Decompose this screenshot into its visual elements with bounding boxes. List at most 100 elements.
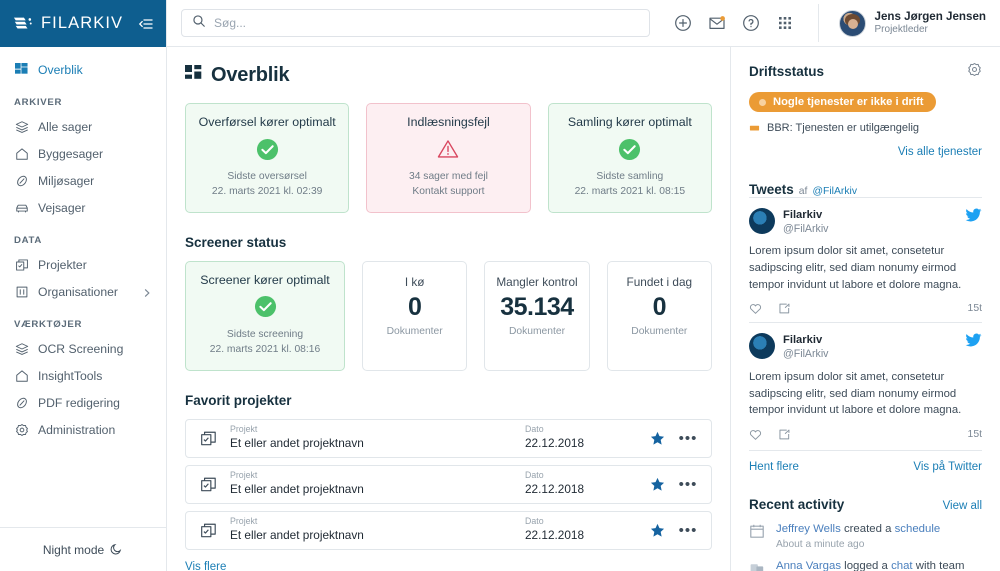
apps-grid-icon[interactable] (776, 14, 794, 32)
profile-name: Jens Jørgen Jensen (874, 9, 986, 23)
tweet-actions: 15t (749, 302, 982, 315)
table-row[interactable]: Projekt Et eller andet projektnavn Dato … (185, 464, 712, 504)
check-circle-icon (557, 137, 703, 161)
home-icon (14, 146, 29, 161)
search-box[interactable] (181, 9, 650, 37)
status-card-indlaesningsfejl[interactable]: Indlæsningsfejl 34 sager med fejl Kontak… (366, 103, 531, 213)
sidebar-item-overblik[interactable]: Overblik (0, 56, 166, 83)
sidebar-item-projekter[interactable]: Projekter (0, 251, 166, 278)
star-filled-icon[interactable] (650, 523, 665, 538)
more-horizontal-icon[interactable]: ••• (678, 477, 698, 492)
project-copy-icon (200, 430, 217, 447)
sidebar-item-miljosager[interactable]: Miljøsager (0, 167, 166, 194)
project-name: Et eller andet projektnavn (230, 482, 364, 497)
twitter-bird-icon (965, 208, 982, 223)
tweet-item: Filarkiv @FilArkiv Lorem ipsum dolor sit… (749, 322, 982, 447)
activity-tail: with team (912, 560, 965, 571)
tweets-heading-handle[interactable]: @FilArkiv (812, 186, 857, 197)
activity-text: Jeffrey Wells created a schedule (776, 522, 940, 537)
project-copy-icon (200, 476, 217, 493)
search-input[interactable] (214, 16, 639, 30)
help-circle-icon[interactable] (742, 14, 760, 32)
share-icon[interactable] (778, 428, 791, 441)
heart-icon[interactable] (749, 428, 762, 441)
activity-object[interactable]: chat (891, 560, 913, 571)
list-item[interactable]: Anna Vargas logged a chat with team (749, 559, 982, 571)
top-bar-icons (674, 14, 794, 32)
list-item[interactable]: Jeffrey Wells created a schedule About a… (749, 522, 982, 550)
sidebar-item-organisationer[interactable]: Organisationer (0, 278, 166, 305)
settings-gear-icon[interactable] (967, 62, 982, 82)
sidebar-section-vaerktojer: VÆRKTØJER (14, 319, 83, 330)
sidebar-item-label: Vejsager (38, 200, 86, 215)
sidebar-item-ocr-screening[interactable]: OCR Screening (0, 335, 166, 362)
sidebar-item-label: Organisationer (38, 284, 118, 299)
sidebar-item-byggesager[interactable]: Byggesager (0, 140, 166, 167)
metric-card-mangler-kontrol[interactable]: Mangler kontrol 35.134 Dokumenter (484, 260, 590, 371)
check-circle-icon (194, 295, 336, 319)
add-circle-icon[interactable] (674, 14, 692, 32)
status-card-row: Overførsel kører optimalt Sidste oversør… (185, 103, 712, 213)
table-cell-date: Dato 22.12.2018 (525, 516, 637, 544)
metric-value: 35.134 (500, 292, 574, 321)
sidebar-item-alle-sager[interactable]: Alle sager (0, 113, 166, 140)
more-horizontal-icon[interactable]: ••• (678, 431, 698, 446)
top-bar-divider (817, 4, 819, 42)
right-rail: Driftsstatus Nogle tjenester er ikke i d… (730, 47, 1000, 571)
sidebar-section-arkiver: ARKIVER (14, 97, 63, 108)
chevron-right-icon (142, 287, 152, 297)
status-card-sub2: Kontakt support (412, 186, 485, 198)
share-icon[interactable] (778, 302, 791, 315)
dashboard-icon (14, 62, 29, 77)
table-cell-project: Projekt Et eller andet projektnavn (230, 516, 512, 544)
sidebar-item-vejsager[interactable]: Vejsager (0, 194, 166, 221)
leaf-icon (14, 173, 29, 188)
heart-icon[interactable] (749, 302, 762, 315)
collapse-sidebar-icon[interactable] (138, 16, 154, 32)
star-filled-icon[interactable] (650, 431, 665, 446)
star-filled-icon[interactable] (650, 477, 665, 492)
status-card-sub1: 34 sager med fejl (408, 171, 488, 182)
activity-object[interactable]: schedule (895, 523, 941, 535)
filarkiv-logo-icon (12, 14, 34, 34)
tweets-heading-suffix: af (798, 186, 808, 197)
favorites-heading: Favorit projekter (185, 392, 292, 408)
sidebar-item-pdf-redigering[interactable]: PDF redigering (0, 389, 166, 416)
status-card-samling[interactable]: Samling kører optimalt Sidste samling 22… (547, 103, 712, 213)
leaf-icon (14, 395, 29, 410)
view-all-services-link[interactable]: Vis alle tjenester (898, 146, 982, 158)
sidebar-item-label: Administration (38, 422, 116, 437)
sidebar-item-insighttools[interactable]: InsightTools (0, 362, 166, 389)
activity-user[interactable]: Jeffrey Wells (776, 523, 841, 535)
mail-icon[interactable] (708, 14, 726, 32)
table-row[interactable]: Projekt Et eller andet projektnavn Dato … (185, 510, 712, 550)
building-icon (14, 284, 29, 299)
metric-card-i-ko[interactable]: I kø 0 Dokumenter (362, 260, 468, 371)
project-date: 22.12.2018 (525, 528, 585, 543)
gear-icon (14, 422, 29, 437)
view-all-link[interactable]: View all (943, 500, 982, 512)
load-more-tweets-link[interactable]: Hent flere (749, 461, 799, 473)
sidebar-item-label: PDF redigering (38, 395, 120, 410)
warning-triangle-icon (375, 137, 521, 161)
tweet-author-handle: @FilArkiv (783, 222, 829, 235)
content-area: Overblik Overførsel kører optimalt Sidst… (167, 47, 1000, 571)
profile-menu[interactable]: Jens Jørgen Jensen Projektleder (838, 9, 990, 37)
metric-card-fundet-i-dag[interactable]: Fundet i dag 0 Dokumenter (606, 260, 712, 371)
status-card-overforsel[interactable]: Overførsel kører optimalt Sidste oversør… (185, 103, 350, 213)
sidebar-item-administration[interactable]: Administration (0, 416, 166, 443)
show-more-link[interactable]: Vis flere (185, 561, 226, 571)
tweet-actions: 15t (749, 428, 982, 441)
night-mode-toggle[interactable]: Night mode (0, 527, 166, 571)
metric-label: Mangler kontrol (496, 274, 578, 289)
screener-status-card[interactable]: Screener kører optimalt Sidste screening… (185, 260, 345, 371)
sidebar-item-label: OCR Screening (38, 341, 124, 356)
activity-user[interactable]: Anna Vargas (776, 560, 841, 571)
more-horizontal-icon[interactable]: ••• (678, 523, 698, 538)
status-badge-label: Nogle tjenester er ikke i drift (773, 96, 924, 108)
layers-icon (14, 341, 29, 356)
table-row[interactable]: Projekt Et eller andet projektnavn Dato … (185, 418, 712, 458)
view-on-twitter-link[interactable]: Vis på Twitter (913, 461, 982, 473)
screener-card-sub2: 22. marts 2021 kl. 08:16 (209, 344, 321, 356)
tweet-author-handle: @FilArkiv (783, 348, 829, 361)
